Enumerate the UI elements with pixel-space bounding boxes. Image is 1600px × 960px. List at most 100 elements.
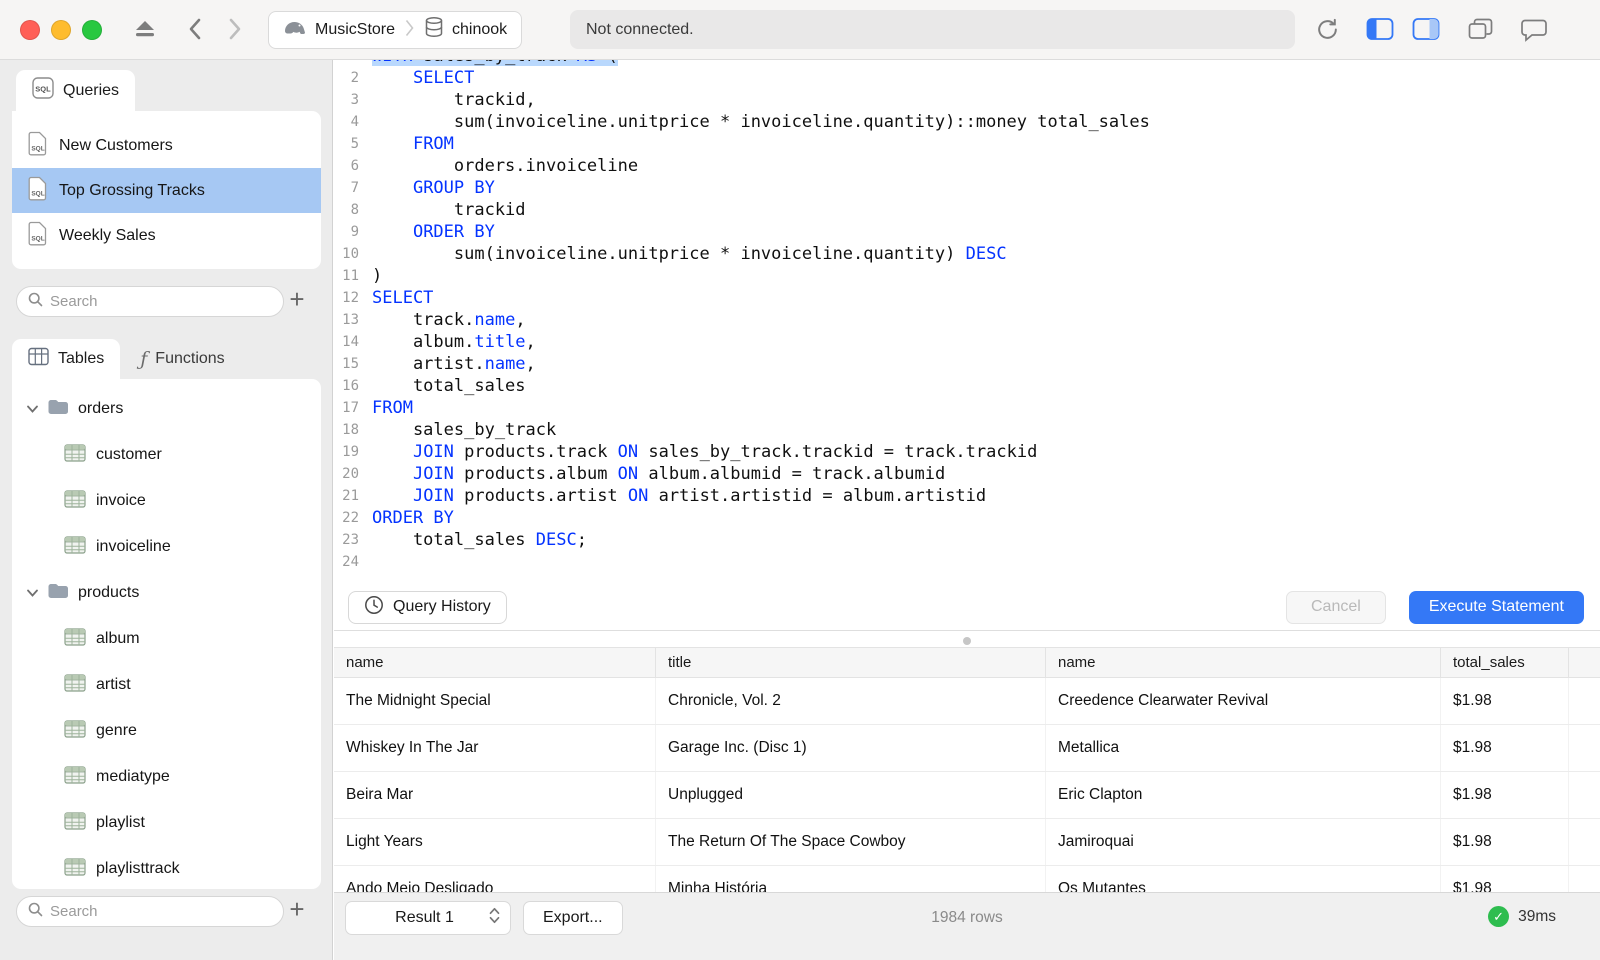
tables-search-input[interactable] (50, 903, 272, 920)
toggle-left-sidebar-icon[interactable] (1366, 17, 1394, 41)
tree-table-row[interactable]: mediatype (12, 754, 321, 800)
tab-functions[interactable]: ƒ Functions (120, 339, 244, 379)
table-cell[interactable]: Garage Inc. (Disc 1) (656, 725, 1046, 771)
code-line[interactable]: 22 ORDER BY (334, 507, 1600, 529)
query-list-item[interactable]: SQL Weekly Sales (12, 213, 321, 258)
code-line[interactable]: 5 FROM (334, 133, 1600, 155)
code-line[interactable]: 2 SELECT (334, 67, 1600, 89)
query-history-button[interactable]: Query History (348, 590, 507, 624)
code-line[interactable]: 23 total_sales DESC; (334, 529, 1600, 551)
table-cell[interactable]: Beira Mar (334, 772, 656, 818)
code-line[interactable]: 13 track.name, (334, 309, 1600, 331)
code-line[interactable]: 24 (334, 551, 1600, 573)
table-row[interactable]: Beira Mar Unplugged Eric Clapton $1.98 (334, 772, 1600, 819)
tables-search[interactable] (16, 896, 284, 927)
code-line[interactable]: 10 sum(invoiceline.unitprice * invoiceli… (334, 243, 1600, 265)
table-cell[interactable]: Eric Clapton (1046, 772, 1441, 818)
code-line[interactable]: 21 JOIN products.artist ON artist.artist… (334, 485, 1600, 507)
chevron-down-icon[interactable] (27, 584, 38, 602)
sql-file-icon: SQL (28, 176, 48, 206)
back-icon[interactable] (188, 17, 202, 41)
close-button[interactable] (20, 20, 40, 40)
code-line[interactable]: 6 orders.invoiceline (334, 155, 1600, 177)
code-line[interactable]: 1WITH sales_by_track AS ( (334, 60, 1600, 67)
code-line[interactable]: 18 sales_by_track (334, 419, 1600, 441)
refresh-icon[interactable] (1315, 17, 1340, 42)
tree-table-row[interactable]: playlist (12, 800, 321, 846)
table-cell[interactable]: Creedence Clearwater Revival (1046, 678, 1441, 724)
eject-icon[interactable] (133, 17, 157, 41)
table-cell[interactable]: Metallica (1046, 725, 1441, 771)
query-list-item[interactable]: SQL New Customers (12, 123, 321, 168)
column-header[interactable]: title (656, 648, 1046, 677)
chevron-down-icon[interactable] (27, 400, 38, 418)
table-cell[interactable]: Ando Meio Desligado (334, 866, 656, 892)
code-line[interactable]: 20 JOIN products.album ON album.albumid … (334, 463, 1600, 485)
breadcrumb-database[interactable]: chinook (424, 16, 507, 44)
tree-table-row[interactable]: genre (12, 708, 321, 754)
breadcrumb-server[interactable]: MusicStore (283, 16, 395, 45)
tree-table-row[interactable]: album (12, 616, 321, 662)
query-search[interactable] (16, 286, 284, 317)
code-line[interactable]: 16 total_sales (334, 375, 1600, 397)
code-line[interactable]: 8 trackid (334, 199, 1600, 221)
code-line[interactable]: 12 SELECT (334, 287, 1600, 309)
code-line[interactable]: 14 album.title, (334, 331, 1600, 353)
code-line[interactable]: 4 sum(invoiceline.unitprice * invoicelin… (334, 111, 1600, 133)
feedback-bubble-icon[interactable] (1520, 17, 1548, 42)
table-cell[interactable]: Whiskey In The Jar (334, 725, 656, 771)
splitter-handle[interactable] (963, 637, 971, 645)
table-cell[interactable]: Unplugged (656, 772, 1046, 818)
query-search-input[interactable] (50, 293, 272, 310)
table-cell[interactable]: $1.98 (1441, 772, 1569, 818)
execute-statement-button[interactable]: Execute Statement (1408, 590, 1584, 624)
tree-table-row[interactable]: artist (12, 662, 321, 708)
toggle-right-panel-icon[interactable] (1412, 17, 1440, 41)
table-cell[interactable]: $1.98 (1441, 725, 1569, 771)
query-label: Weekly Sales (59, 226, 156, 244)
code-line[interactable]: 7 GROUP BY (334, 177, 1600, 199)
query-list-item[interactable]: SQL Top Grossing Tracks (12, 168, 321, 213)
table-row[interactable]: The Midnight Special Chronicle, Vol. 2 Cre… (334, 678, 1600, 725)
tree-folder-row[interactable]: products (12, 570, 321, 616)
table-row[interactable]: Whiskey In The Jar Garage Inc. (Disc 1) Me… (334, 725, 1600, 772)
tab-queries[interactable]: SQL Queries (16, 70, 136, 111)
tree-folder-row[interactable]: orders (12, 386, 321, 432)
code-line[interactable]: 17 FROM (334, 397, 1600, 419)
table-row[interactable]: Ando Meio Desligado Minha História Os Muta… (334, 866, 1600, 892)
table-icon (64, 811, 86, 835)
table-cell[interactable]: $1.98 (1441, 819, 1569, 865)
code-line[interactable]: 9 ORDER BY (334, 221, 1600, 243)
table-cell[interactable]: Jamiroquai (1046, 819, 1441, 865)
column-header[interactable]: name (334, 648, 656, 677)
tree-table-row[interactable]: customer (12, 432, 321, 478)
tree-table-row[interactable]: invoice (12, 478, 321, 524)
sql-editor[interactable]: 1WITH sales_by_track AS (2 SELECT3 track… (334, 60, 1600, 584)
code-line[interactable]: 15 artist.name, (334, 353, 1600, 375)
table-cell[interactable]: The Midnight Special (334, 678, 656, 724)
table-cell[interactable]: Light Years (334, 819, 656, 865)
windows-icon[interactable] (1468, 17, 1494, 41)
table-row[interactable]: Light Years The Return Of The Space Cowbo… (334, 819, 1600, 866)
code-line[interactable]: 19 JOIN products.track ON sales_by_track… (334, 441, 1600, 463)
tree-table-row[interactable]: invoiceline (12, 524, 321, 570)
connection-status[interactable]: Not connected. (570, 10, 1295, 49)
minimize-button[interactable] (51, 20, 71, 40)
zoom-button[interactable] (82, 20, 102, 40)
code-line[interactable]: 3 trackid, (334, 89, 1600, 111)
code-line[interactable]: 11) (334, 265, 1600, 287)
column-header[interactable]: name (1046, 648, 1441, 677)
add-table-button[interactable]: + (284, 894, 310, 925)
table-cell[interactable]: $1.98 (1441, 866, 1569, 892)
add-query-button[interactable]: + (284, 284, 310, 315)
table-cell[interactable]: Os Mutantes (1046, 866, 1441, 892)
tree-table-row[interactable]: playlisttrack (12, 846, 321, 889)
forward-icon[interactable] (228, 17, 242, 41)
cancel-button[interactable]: Cancel (1286, 590, 1386, 624)
table-cell[interactable]: $1.98 (1441, 678, 1569, 724)
table-cell[interactable]: The Return Of The Space Cowboy (656, 819, 1046, 865)
column-header[interactable]: total_sales (1441, 648, 1569, 677)
table-cell[interactable]: Minha História (656, 866, 1046, 892)
tab-tables[interactable]: Tables (12, 339, 121, 379)
table-cell[interactable]: Chronicle, Vol. 2 (656, 678, 1046, 724)
